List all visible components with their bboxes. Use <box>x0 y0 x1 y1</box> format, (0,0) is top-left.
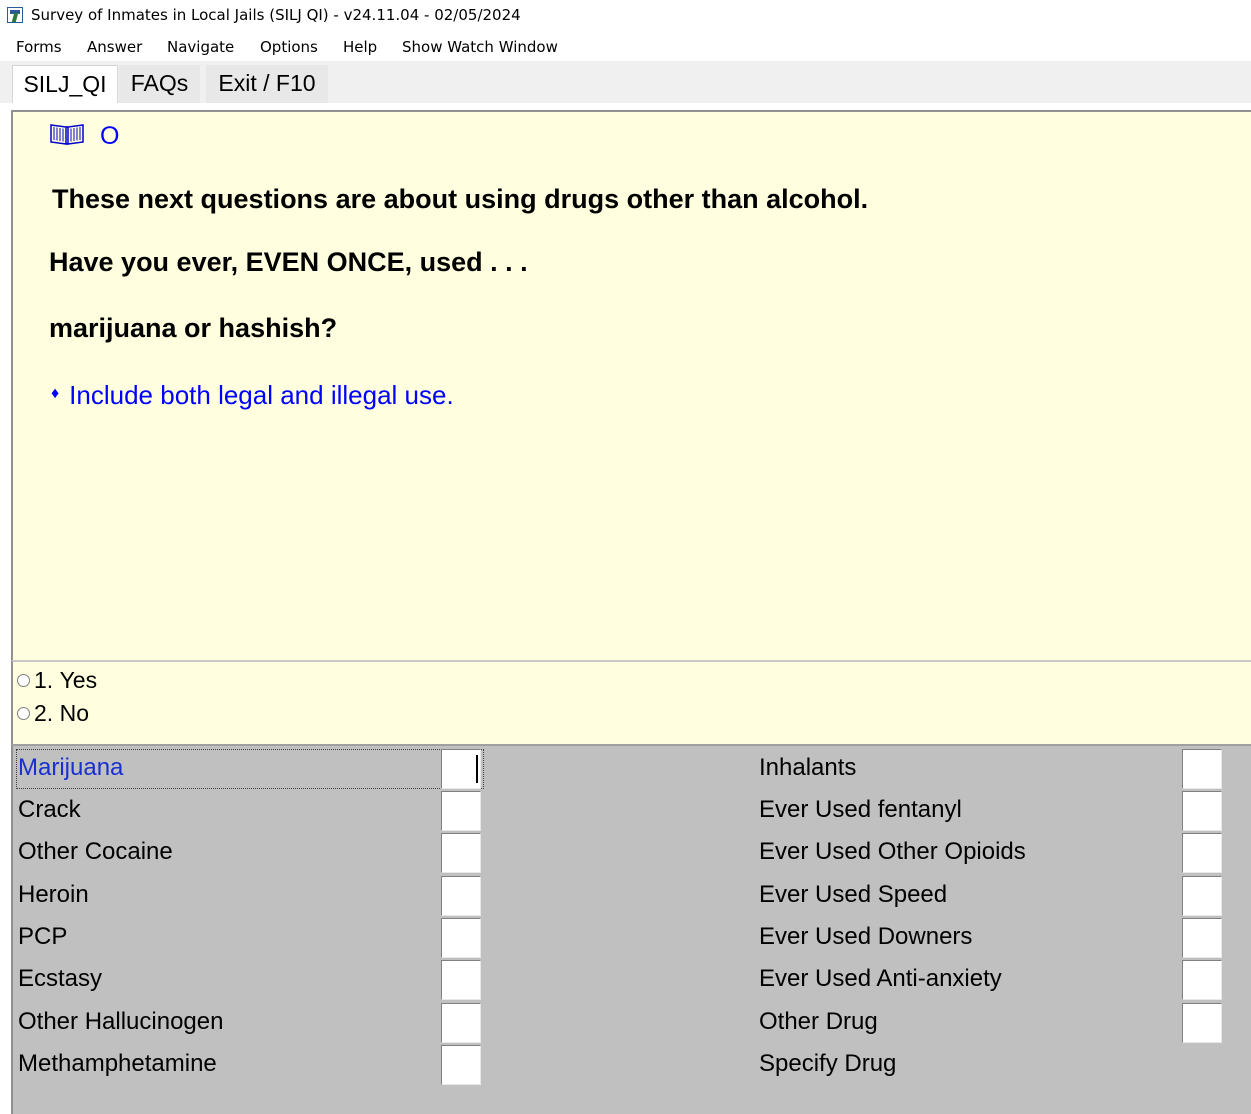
input-methamphetamine[interactable] <box>441 1045 481 1085</box>
input-fentanyl[interactable] <box>1182 791 1222 831</box>
row-label-other-hallucinogen: Other Hallucinogen <box>18 1008 224 1035</box>
tab-bar: SILJ_QI FAQs Exit / F10 <box>0 61 1251 103</box>
row-label-inhalants: Inhalants <box>759 754 857 781</box>
row-label-downers: Ever Used Downers <box>759 923 973 950</box>
tab-faqs[interactable]: FAQs <box>119 65 200 103</box>
window-title: Survey of Inmates in Local Jails (SILJ Q… <box>31 6 521 24</box>
drug-grid-panel: Marijuana Crack Other Cocaine Heroin PCP… <box>11 744 1251 1114</box>
input-crack[interactable] <box>441 791 481 831</box>
input-marijuana[interactable] <box>441 749 481 789</box>
row-label-pcp: PCP <box>18 923 68 950</box>
input-heroin[interactable] <box>441 876 481 916</box>
menu-answer[interactable]: Answer <box>87 38 142 56</box>
row-label-speed: Ever Used Speed <box>759 881 948 908</box>
answer-option-yes[interactable]: 1. Yes <box>17 665 97 695</box>
instruction-text: ♦ Include both legal and illegal use. <box>51 380 454 411</box>
menu-options[interactable]: Options <box>260 38 318 56</box>
input-speed[interactable] <box>1182 876 1222 916</box>
question-marker: O <box>100 122 120 150</box>
answer-label: No <box>59 699 89 726</box>
row-label-methamphetamine: Methamphetamine <box>18 1050 217 1077</box>
input-inhalants[interactable] <box>1182 749 1222 789</box>
row-label-other-drug: Other Drug <box>759 1008 878 1035</box>
radio-button[interactable] <box>17 673 30 687</box>
row-label-marijuana: Marijuana <box>18 754 124 781</box>
question-panel: O These next questions are about using d… <box>11 110 1251 660</box>
tab-exit[interactable]: Exit / F10 <box>206 65 328 103</box>
input-other-drug[interactable] <box>1182 1003 1222 1043</box>
text-caret <box>476 755 478 783</box>
title-bar: Survey of Inmates in Local Jails (SILJ Q… <box>0 0 1251 33</box>
menu-bar: Forms Answer Navigate Options Help Show … <box>0 33 1251 61</box>
answer-number: 1. <box>34 666 54 693</box>
menu-show-watch-window[interactable]: Show Watch Window <box>402 38 558 56</box>
book-icon[interactable] <box>49 122 85 146</box>
menu-forms[interactable]: Forms <box>16 38 62 56</box>
radio-button[interactable] <box>17 706 30 720</box>
row-label-specify-drug: Specify Drug <box>759 1050 897 1077</box>
row-label-crack: Crack <box>18 796 81 823</box>
input-other-opioids[interactable] <box>1182 833 1222 873</box>
answer-label: Yes <box>59 666 98 693</box>
bullet-diamond-icon: ♦ <box>51 385 60 402</box>
app-icon <box>7 7 23 23</box>
answer-option-no[interactable]: 2. No <box>17 698 89 728</box>
input-other-hallucinogen[interactable] <box>441 1003 481 1043</box>
menu-navigate[interactable]: Navigate <box>167 38 234 56</box>
tab-silj-qi[interactable]: SILJ_QI <box>12 65 118 103</box>
question-item: marijuana or hashish? <box>49 313 338 343</box>
row-label-ecstasy: Ecstasy <box>18 965 103 992</box>
input-anti-anxiety[interactable] <box>1182 960 1222 1000</box>
answer-panel: 1. Yes 2. No <box>11 660 1251 744</box>
row-label-anti-anxiety: Ever Used Anti-anxiety <box>759 965 1002 992</box>
question-intro: These next questions are about using dru… <box>52 184 869 214</box>
row-label-fentanyl: Ever Used fentanyl <box>759 796 962 823</box>
input-other-cocaine[interactable] <box>441 833 481 873</box>
row-label-other-opioids: Ever Used Other Opioids <box>759 838 1026 865</box>
input-pcp[interactable] <box>441 918 481 958</box>
answer-number: 2. <box>34 699 54 726</box>
menu-help[interactable]: Help <box>343 38 377 56</box>
instruction-label: Include both legal and illegal use. <box>69 380 454 410</box>
row-label-heroin: Heroin <box>18 881 89 908</box>
row-label-other-cocaine: Other Cocaine <box>18 838 173 865</box>
input-downers[interactable] <box>1182 918 1222 958</box>
input-ecstasy[interactable] <box>441 960 481 1000</box>
question-stem: Have you ever, EVEN ONCE, used . . . <box>49 247 528 277</box>
